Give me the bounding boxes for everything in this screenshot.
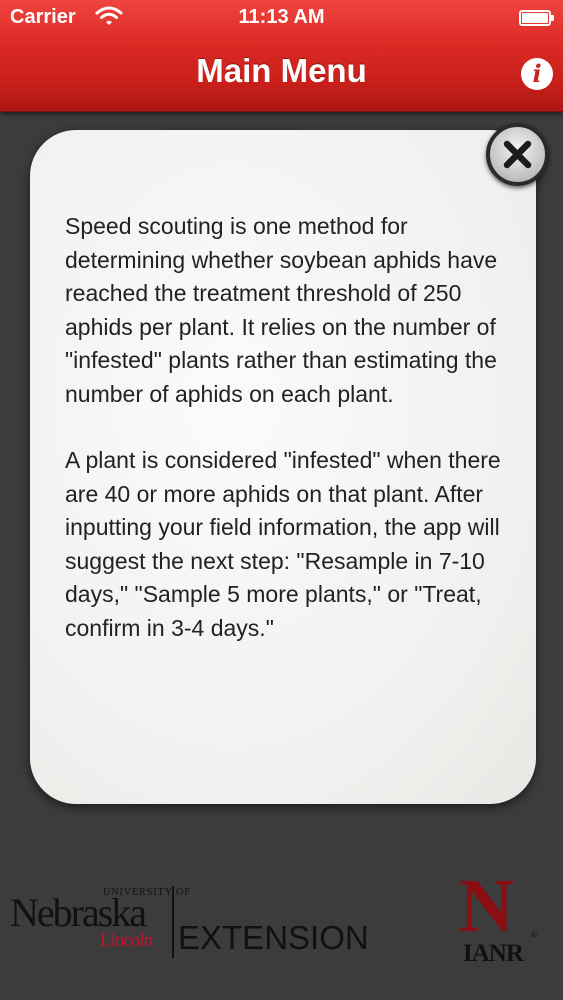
- footer: UNIVERSITY OF Nebraska Lincoln EXTENSION…: [0, 860, 563, 1000]
- close-icon: [503, 140, 532, 169]
- dialog-paragraph-1: Speed scouting is one method for determi…: [65, 213, 498, 407]
- extension-label: EXTENSION: [178, 919, 369, 956]
- dialog-text: Speed scouting is one method for determi…: [65, 210, 515, 645]
- page-title: Main Menu: [196, 52, 367, 89]
- status-bar: Carrier 11:13 AM: [0, 0, 563, 36]
- logo-divider: [172, 886, 174, 958]
- ianr-n-mark: N: [459, 864, 514, 948]
- close-button[interactable]: [486, 123, 549, 186]
- unl-wordmark: Nebraska: [10, 890, 147, 935]
- unl-campus-label: Lincoln: [100, 930, 153, 951]
- ianr-label: IANR: [463, 940, 524, 967]
- info-button[interactable]: i: [521, 58, 553, 90]
- dialog-paragraph-2: A plant is considered "infested" when th…: [65, 447, 501, 641]
- battery-icon: [519, 10, 554, 26]
- info-dialog: Speed scouting is one method for determi…: [30, 130, 536, 804]
- registered-mark: ®: [531, 930, 537, 939]
- navigation-bar: Carrier 11:13 AM Main Menu i: [0, 0, 563, 112]
- battery-level: [522, 13, 548, 23]
- status-time: 11:13 AM: [238, 6, 325, 28]
- info-icon: i: [532, 59, 542, 88]
